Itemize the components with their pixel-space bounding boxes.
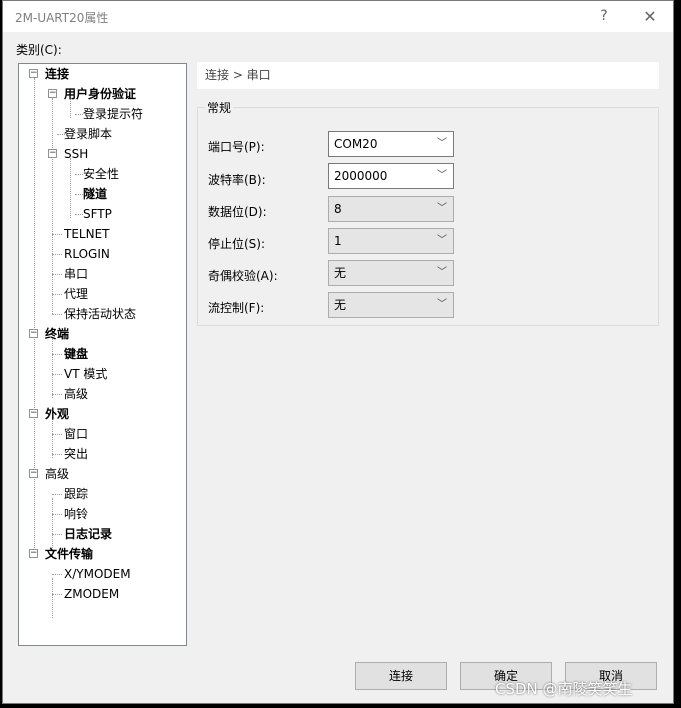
chevron-down-icon: ﹀ [437, 138, 447, 149]
chevron-down-icon: ﹀ [437, 235, 447, 246]
group-title: 常规 [205, 99, 234, 116]
tree-item[interactable]: SFTP [83, 204, 112, 224]
flow-control-label: 流控制(F): [208, 301, 265, 315]
tree-item[interactable]: 外观 [45, 404, 69, 424]
window-title: 2M-UART20属性 [15, 11, 109, 25]
tree-item[interactable]: VT 模式 [64, 364, 107, 384]
tree-item[interactable]: 窗口 [64, 424, 88, 444]
flow-control-value: 无 [334, 298, 347, 312]
tree-item[interactable]: 串口 [64, 264, 88, 284]
parity-select[interactable]: 无 ﹀ [328, 260, 454, 286]
collapse-icon[interactable]: − [48, 89, 57, 98]
collapse-icon[interactable]: − [29, 329, 38, 338]
tree-item[interactable]: 安全性 [83, 164, 119, 184]
collapse-icon[interactable]: − [29, 409, 38, 418]
connect-button[interactable]: 连接 [355, 662, 447, 690]
chevron-down-icon: ﹀ [437, 170, 447, 181]
title-bar: 2M-UART20属性 ? ✕ [3, 1, 673, 32]
close-icon[interactable]: ✕ [627, 1, 673, 32]
tree-item[interactable]: 终端 [45, 324, 69, 344]
port-value: COM20 [334, 137, 378, 151]
tree-item[interactable]: 登录提示符 [83, 104, 143, 124]
collapse-icon[interactable]: − [48, 149, 57, 158]
collapse-icon[interactable]: − [29, 69, 38, 78]
tree-item[interactable]: 代理 [64, 284, 88, 304]
tree-item[interactable]: 连接 [45, 64, 69, 84]
tree-item[interactable]: X/YMODEM [64, 564, 131, 584]
tree-item[interactable]: TELNET [64, 224, 110, 244]
tree-item[interactable]: 隧道 [83, 184, 107, 204]
port-label: 端口号(P): [208, 140, 265, 154]
tree-item[interactable]: 文件传输 [45, 544, 93, 564]
chevron-down-icon: ﹀ [437, 267, 447, 278]
tree-item[interactable]: 键盘 [64, 344, 88, 364]
tree-item[interactable]: ZMODEM [64, 584, 119, 604]
tree-item[interactable]: 日志记录 [64, 524, 112, 544]
tree-item[interactable]: 跟踪 [64, 484, 88, 504]
baud-rate-value: 2000000 [334, 169, 388, 183]
tree-item[interactable]: 突出 [64, 444, 88, 464]
data-bits-value: 8 [334, 202, 342, 216]
port-select[interactable]: COM20 ﹀ [328, 131, 454, 157]
data-bits-label: 数据位(D): [208, 205, 267, 219]
chevron-down-icon: ﹀ [437, 203, 447, 214]
collapse-icon[interactable]: − [29, 549, 38, 558]
tree-item[interactable]: 登录脚本 [64, 124, 112, 144]
parity-label: 奇偶校验(A): [208, 269, 278, 283]
tree-item[interactable]: SSH [64, 144, 88, 164]
help-icon[interactable]: ? [581, 1, 627, 32]
stop-bits-label: 停止位(S): [208, 237, 266, 251]
breadcrumb: 连接 > 串口 [197, 62, 659, 89]
tree-item[interactable]: 用户身份验证 [64, 84, 136, 104]
tree-item[interactable]: 高级 [64, 384, 88, 404]
tree-item[interactable]: 高级 [45, 464, 69, 484]
stop-bits-value: 1 [334, 234, 342, 248]
tree-item[interactable]: 响铃 [64, 504, 88, 524]
category-tree[interactable]: − − − − − − − 连接 用户身份验证 登录提示符 登录脚本 SSH 安… [18, 63, 187, 646]
flow-control-select[interactable]: 无 ﹀ [328, 292, 454, 318]
tree-item[interactable]: RLOGIN [64, 244, 110, 264]
watermark: CSDN @南陵笑笑生 [495, 680, 633, 698]
baud-rate-label: 波特率(B): [208, 173, 266, 187]
tree-item[interactable]: 保持活动状态 [64, 304, 136, 324]
collapse-icon[interactable]: − [29, 469, 38, 478]
data-bits-select[interactable]: 8 ﹀ [328, 196, 454, 222]
baud-rate-select[interactable]: 2000000 ﹀ [328, 163, 454, 189]
parity-value: 无 [334, 266, 347, 280]
stop-bits-select[interactable]: 1 ﹀ [328, 228, 454, 254]
chevron-down-icon: ﹀ [437, 299, 447, 310]
category-label: 类别(C): [16, 43, 62, 57]
